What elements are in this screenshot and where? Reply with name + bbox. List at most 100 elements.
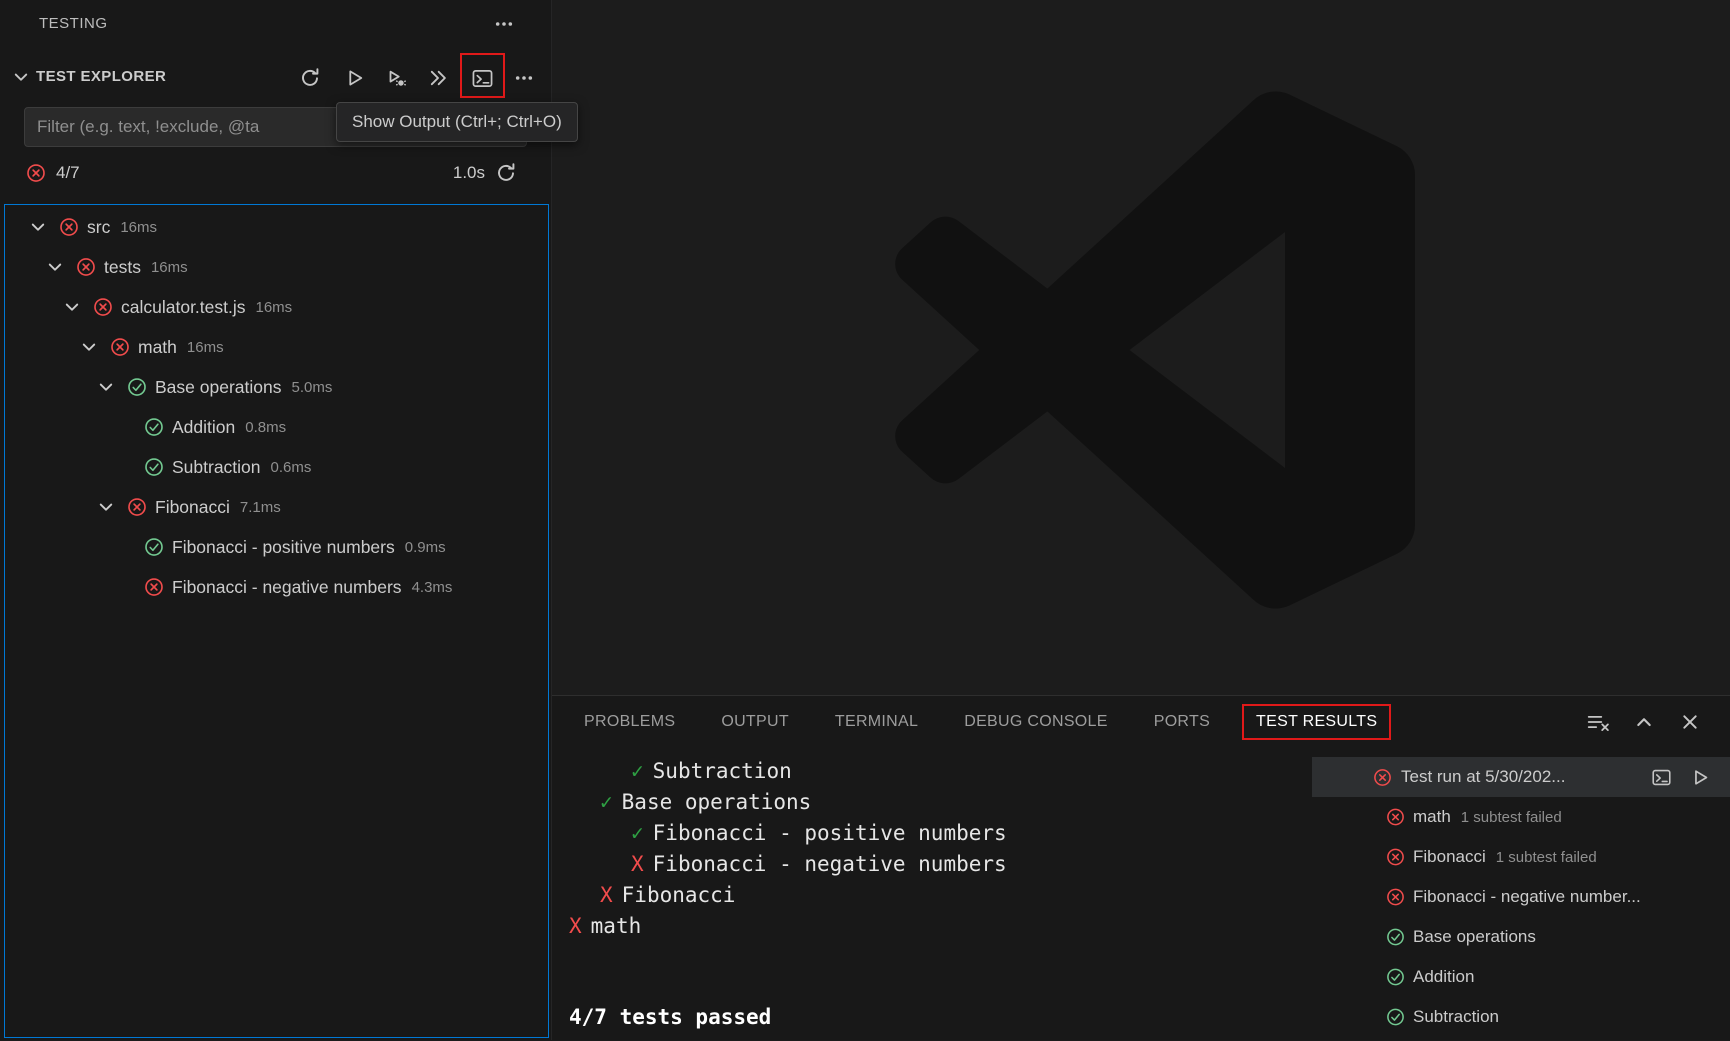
- test-duration: 0.9ms: [405, 539, 446, 556]
- sidebar-title: TESTING: [39, 15, 108, 32]
- test-status-icon: [144, 417, 164, 437]
- test-label: src: [87, 217, 110, 238]
- result-label: Fibonacci: [1413, 847, 1486, 867]
- chevron-down-icon[interactable]: [76, 334, 102, 360]
- test-status-icon: [144, 457, 164, 477]
- test-status-icon: [59, 217, 79, 237]
- tab-ports[interactable]: PORTS: [1140, 704, 1224, 740]
- test-tree-item[interactable]: tests 16ms: [5, 247, 548, 287]
- result-mark: X: [631, 852, 644, 876]
- test-run-row[interactable]: Test run at 5/30/202...: [1312, 757, 1730, 797]
- test-status-icon: [127, 497, 147, 517]
- test-label: Addition: [172, 417, 235, 438]
- chevron-down-icon[interactable]: [93, 494, 119, 520]
- sidebar-more-icon[interactable]: [490, 10, 518, 38]
- run-terminal-icon[interactable]: [1650, 766, 1672, 788]
- test-tree-item[interactable]: Fibonacci - positive numbers 0.9ms: [5, 527, 548, 567]
- test-status-icon: [93, 297, 113, 317]
- test-status-icon: [1373, 768, 1392, 787]
- result-label: Addition: [1413, 967, 1474, 987]
- result-label: Fibonacci - negative number...: [1413, 887, 1641, 907]
- test-status-icon: [127, 377, 147, 397]
- annotation-box-show-output: [460, 53, 505, 98]
- test-tree-item[interactable]: Addition 0.8ms: [5, 407, 548, 447]
- test-duration: 16ms: [151, 259, 188, 276]
- close-panel-icon[interactable]: [1676, 708, 1704, 736]
- result-list-item[interactable]: Subtraction: [1312, 997, 1730, 1037]
- test-label: Fibonacci - positive numbers: [172, 537, 395, 558]
- test-tree-item[interactable]: math 16ms: [5, 327, 548, 367]
- tab-output[interactable]: OUTPUT: [707, 704, 803, 740]
- test-status-icon: [144, 537, 164, 557]
- output-line: ✓Fibonacci - positive numbers: [569, 818, 1007, 849]
- test-tree-item[interactable]: Subtraction 0.6ms: [5, 447, 548, 487]
- result-list-item[interactable]: Fibonacci 1 subtest failed: [1312, 837, 1730, 877]
- test-tree: src 16ms tests 16ms calculator.test.js 1…: [4, 204, 549, 1038]
- result-list-item[interactable]: Addition: [1312, 957, 1730, 997]
- result-list-item[interactable]: Base operations: [1312, 917, 1730, 957]
- test-status-icon: [1386, 848, 1405, 867]
- test-duration: 16ms: [187, 339, 224, 356]
- rerun-icon[interactable]: [495, 162, 517, 184]
- test-tree-item[interactable]: calculator.test.js 16ms: [5, 287, 548, 327]
- test-status-icon: [110, 337, 130, 357]
- result-mark: ✓: [631, 821, 644, 845]
- chevron-down-icon[interactable]: [93, 374, 119, 400]
- output-line: XFibonacci: [569, 880, 1007, 911]
- test-results-pane: Test run at 5/30/202... math 1 subtest f…: [1312, 757, 1730, 1041]
- result-mark: X: [569, 914, 582, 938]
- test-duration: 0.6ms: [271, 459, 312, 476]
- vscode-window: { "colors": { "pass": "#73c991", "fail":…: [0, 0, 1730, 1040]
- output-line: Xmath: [569, 911, 1007, 942]
- result-label: math: [1413, 807, 1451, 827]
- more-actions-icon[interactable]: [510, 64, 538, 92]
- test-status-icon: [144, 577, 164, 597]
- failed-tests-icon: [26, 163, 46, 183]
- test-status-icon: [1386, 808, 1405, 827]
- vscode-logo: [895, 90, 1415, 610]
- chevron-down-icon[interactable]: [25, 214, 51, 240]
- test-tree-item[interactable]: Fibonacci 7.1ms: [5, 487, 548, 527]
- debug-tests-icon[interactable]: [382, 64, 410, 92]
- output-line: ✓Subtraction: [569, 756, 1007, 787]
- tab-debug-console[interactable]: DEBUG CONSOLE: [950, 704, 1122, 740]
- test-tree-item[interactable]: Base operations 5.0ms: [5, 367, 548, 407]
- test-duration: 0.8ms: [245, 419, 286, 436]
- test-tree-item[interactable]: src 16ms: [5, 207, 548, 247]
- test-summary: 4/7 tests passed: [569, 1002, 1007, 1033]
- test-duration: 16ms: [120, 219, 157, 236]
- result-mark: ✓: [631, 759, 644, 783]
- result-detail: 1 subtest failed: [1461, 809, 1562, 826]
- test-duration: 7.1ms: [240, 499, 281, 516]
- result-detail: 1 subtest failed: [1496, 849, 1597, 866]
- run-tests-icon[interactable]: [340, 64, 368, 92]
- test-duration: 4.3ms: [412, 579, 453, 596]
- chevron-down-icon[interactable]: [42, 254, 68, 280]
- test-label: calculator.test.js: [121, 297, 246, 318]
- test-run-label: Test run at 5/30/202...: [1401, 767, 1565, 787]
- chevron-down-icon[interactable]: [59, 294, 85, 320]
- test-label: math: [138, 337, 177, 358]
- refresh-tests-icon[interactable]: [296, 64, 324, 92]
- clear-results-icon[interactable]: [1584, 708, 1612, 736]
- test-tree-item[interactable]: Fibonacci - negative numbers 4.3ms: [5, 567, 548, 607]
- rerun-tests-icon[interactable]: [1688, 766, 1710, 788]
- test-duration: 16ms: [256, 299, 293, 316]
- test-status-icon: [76, 257, 96, 277]
- test-label: Fibonacci - negative numbers: [172, 577, 402, 598]
- test-duration: 5.0ms: [291, 379, 332, 396]
- bottom-panel: PROBLEMS OUTPUT TERMINAL DEBUG CONSOLE PORTS…: [552, 695, 1730, 1040]
- test-output: ✓Subtraction✓Base operations✓Fibonacci -…: [569, 748, 1007, 1033]
- result-label: Subtraction: [1413, 1007, 1499, 1027]
- tab-test-results[interactable]: TEST RESULTS: [1242, 704, 1391, 740]
- tab-terminal[interactable]: TERMINAL: [821, 704, 932, 740]
- result-list-item[interactable]: Fibonacci - negative number...: [1312, 877, 1730, 917]
- result-list-item[interactable]: math 1 subtest failed: [1312, 797, 1730, 837]
- section-chevron-down-icon[interactable]: [8, 64, 34, 90]
- testing-sidebar: TESTING TEST EXPLORER 4/7 1.0s: [0, 0, 552, 1040]
- tab-problems[interactable]: PROBLEMS: [570, 704, 689, 740]
- maximize-panel-icon[interactable]: [1630, 708, 1658, 736]
- test-label: tests: [104, 257, 141, 278]
- test-label: Base operations: [155, 377, 281, 398]
- run-with-coverage-icon[interactable]: [424, 64, 452, 92]
